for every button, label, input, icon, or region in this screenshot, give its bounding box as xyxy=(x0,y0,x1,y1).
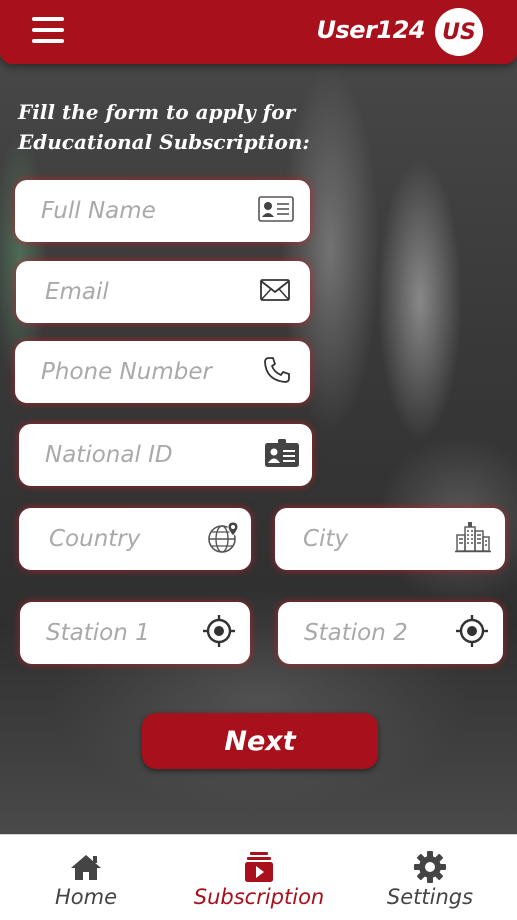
city-field[interactable]: City xyxy=(275,508,505,570)
gear-icon xyxy=(414,851,446,883)
station-1-field[interactable]: Station 1 xyxy=(20,602,250,664)
hamburger-menu-icon[interactable] xyxy=(32,17,64,45)
subscription-icon xyxy=(244,851,274,883)
phone-number-field[interactable]: Phone Number xyxy=(15,341,310,403)
envelope-icon xyxy=(260,279,290,305)
home-icon xyxy=(69,851,103,883)
country-field[interactable]: Country xyxy=(19,508,251,570)
form-title-line-2: Educational Subscription: xyxy=(18,130,310,154)
id-card-icon xyxy=(258,196,294,226)
email-field[interactable]: Email xyxy=(16,261,310,323)
nav-item-settings[interactable]: Settings xyxy=(344,835,516,920)
national-id-field[interactable]: National ID xyxy=(19,424,312,486)
bottom-navigation: Home Subscription Settings xyxy=(0,834,517,920)
location-target-icon xyxy=(455,614,489,652)
phone-number-placeholder: Phone Number xyxy=(41,359,212,385)
email-placeholder: Email xyxy=(45,279,109,305)
top-app-bar: User124 US xyxy=(0,0,517,64)
form-title-line-1: Fill the form to apply for xyxy=(18,100,296,124)
nav-home-label: Home xyxy=(54,885,117,909)
national-id-card-icon xyxy=(264,438,300,472)
nav-subscription-label: Subscription xyxy=(193,885,325,909)
national-id-placeholder: National ID xyxy=(45,442,173,468)
form-title: Fill the form to apply for Educational S… xyxy=(18,97,318,157)
station-2-field[interactable]: Station 2 xyxy=(278,602,503,664)
station-1-placeholder: Station 1 xyxy=(46,620,150,646)
city-placeholder: City xyxy=(303,526,349,552)
nav-settings-label: Settings xyxy=(386,885,474,909)
nav-item-subscription[interactable]: Subscription xyxy=(173,835,345,920)
city-buildings-icon xyxy=(455,521,491,557)
username-label: User124 xyxy=(316,16,426,44)
globe-location-icon xyxy=(207,520,241,558)
phone-icon xyxy=(262,355,292,389)
nav-item-home[interactable]: Home xyxy=(0,835,172,920)
full-name-placeholder: Full Name xyxy=(41,198,156,224)
station-2-placeholder: Station 2 xyxy=(304,620,408,646)
full-name-field[interactable]: Full Name xyxy=(15,180,310,242)
location-target-icon xyxy=(202,614,236,652)
country-placeholder: Country xyxy=(49,526,141,552)
next-button[interactable]: Next xyxy=(142,713,378,769)
avatar[interactable]: US xyxy=(435,8,483,56)
